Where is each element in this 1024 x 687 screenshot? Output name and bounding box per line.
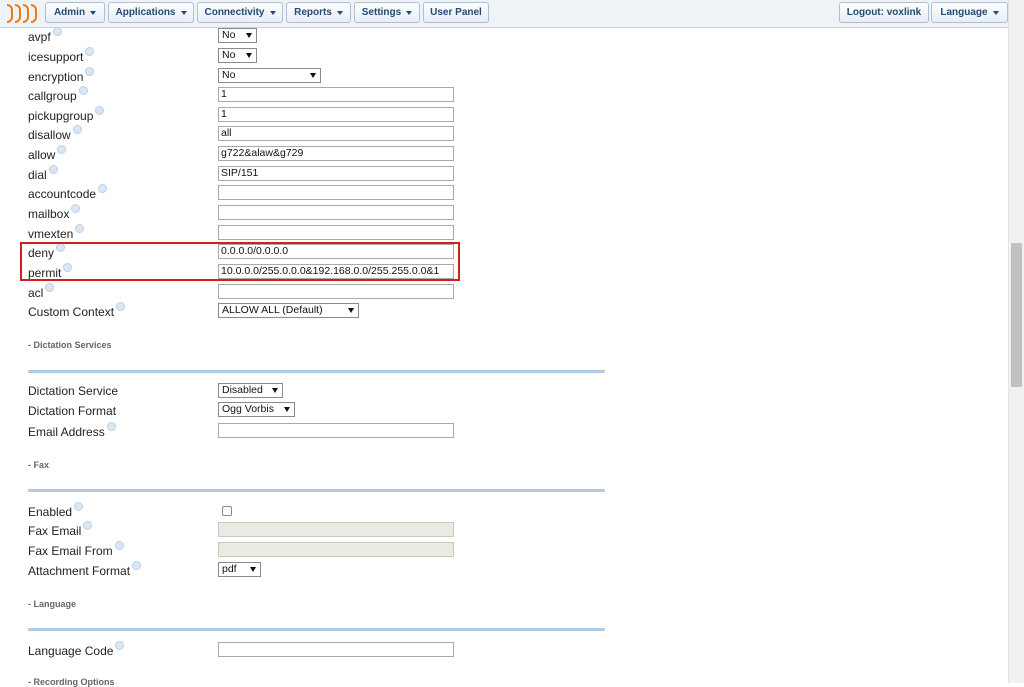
language-code-label: Language Code — [28, 641, 125, 658]
nav-admin-button[interactable]: Admin — [45, 2, 105, 23]
fax-email-from-input[interactable] — [218, 542, 454, 557]
icesupport-select[interactable]: No — [218, 48, 257, 63]
encryption-label: encryption — [28, 67, 95, 84]
dictation-format-select[interactable]: Ogg Vorbis — [218, 402, 295, 417]
help-icon[interactable] — [48, 165, 58, 174]
help-icon[interactable] — [78, 86, 88, 95]
caret-down-icon — [992, 10, 999, 15]
vmexten-label: vmexten — [28, 224, 85, 241]
accountcode-input[interactable] — [218, 185, 454, 200]
help-icon[interactable] — [56, 243, 66, 252]
help-icon[interactable] — [132, 561, 142, 570]
pickupgroup-input[interactable]: 1 — [218, 107, 454, 122]
section-divider — [28, 370, 605, 373]
section-title-language: - Language — [28, 599, 77, 609]
help-icon[interactable] — [83, 521, 93, 530]
attachment-format-label: Attachment Format — [28, 561, 142, 578]
dial-label: dial — [28, 165, 58, 182]
select-arrow-icon — [272, 388, 278, 393]
pickupgroup-label: pickupgroup — [28, 106, 105, 123]
email-address-label: Email Address — [28, 422, 116, 439]
section-title-dictation: - Dictation Services — [28, 340, 112, 350]
permit-label: permit — [28, 263, 73, 280]
dictation-service-label: Dictation Service — [28, 384, 119, 398]
avpf-label: avpf — [28, 27, 62, 44]
caret-down-icon — [269, 10, 276, 15]
dial-input[interactable]: SIP/151 — [218, 166, 454, 181]
fax-enabled-label: Enabled — [28, 502, 84, 519]
select-arrow-icon — [246, 53, 252, 58]
top-navbar: Admin Applications Connectivity Reports … — [0, 0, 1008, 28]
help-icon[interactable] — [57, 145, 67, 154]
language-menu-button[interactable]: Language — [931, 2, 1008, 23]
help-icon[interactable] — [63, 263, 73, 272]
nav-connectivity-button[interactable]: Connectivity — [197, 2, 283, 23]
select-arrow-icon — [246, 33, 252, 38]
language-code-input[interactable] — [218, 642, 454, 657]
fax-enabled-checkbox[interactable] — [222, 506, 232, 516]
caret-down-icon — [180, 10, 187, 15]
section-divider — [28, 628, 605, 631]
caret-down-icon — [406, 10, 413, 15]
select-arrow-icon — [284, 407, 290, 412]
nav-applications-button[interactable]: Applications — [108, 2, 194, 23]
caret-down-icon — [90, 10, 97, 15]
section-title-recording: - Recording Options — [28, 677, 115, 687]
dictation-service-select[interactable]: Disabled — [218, 383, 283, 398]
logout-button[interactable]: Logout: voxlink — [839, 2, 929, 23]
help-icon[interactable] — [75, 224, 85, 233]
deny-label: deny — [28, 243, 66, 260]
nav-reports-button[interactable]: Reports — [286, 2, 351, 23]
allow-label: allow — [28, 145, 67, 162]
acl-label: acl — [28, 283, 55, 300]
fax-email-label: Fax Email — [28, 521, 93, 538]
help-icon[interactable] — [114, 541, 124, 550]
fax-email-from-label: Fax Email From — [28, 541, 124, 558]
help-icon[interactable] — [106, 422, 116, 431]
select-arrow-icon — [348, 308, 354, 313]
section-title-fax: - Fax — [28, 460, 50, 470]
accountcode-label: accountcode — [28, 184, 108, 201]
help-icon[interactable] — [116, 302, 126, 311]
help-icon[interactable] — [72, 125, 82, 134]
icesupport-label: icesupport — [28, 47, 95, 64]
logo-icon[interactable] — [7, 4, 37, 23]
help-icon[interactable] — [85, 47, 95, 56]
custom-context-label: Custom Context — [28, 302, 126, 319]
caret-down-icon — [336, 10, 343, 15]
avpf-select[interactable]: No — [218, 28, 257, 43]
callgroup-label: callgroup — [28, 86, 88, 103]
dictation-format-label: Dictation Format — [28, 404, 117, 418]
encryption-select[interactable]: No — [218, 68, 321, 83]
nav-settings-button[interactable]: Settings — [354, 2, 420, 23]
callgroup-input[interactable]: 1 — [218, 87, 454, 102]
disallow-input[interactable]: all — [218, 126, 454, 141]
custom-context-select[interactable]: ALLOW ALL (Default) — [218, 303, 359, 318]
attachment-format-select[interactable]: pdf — [218, 562, 261, 577]
deny-input[interactable]: 0.0.0.0/0.0.0.0 — [218, 244, 454, 259]
permit-input[interactable]: 10.0.0.0/255.0.0.0&192.168.0.0/255.255.0… — [218, 264, 454, 279]
select-arrow-icon — [310, 73, 316, 78]
select-arrow-icon — [250, 567, 256, 572]
help-icon[interactable] — [71, 204, 81, 213]
help-icon[interactable] — [115, 641, 125, 650]
mailbox-input[interactable] — [218, 205, 454, 220]
help-icon[interactable] — [74, 502, 84, 511]
mailbox-label: mailbox — [28, 204, 81, 221]
nav-user-panel-button[interactable]: User Panel — [423, 2, 489, 23]
allow-input[interactable]: g722&alaw&g729 — [218, 146, 454, 161]
help-icon[interactable] — [45, 283, 55, 292]
fax-email-input[interactable] — [218, 522, 454, 537]
acl-input[interactable] — [218, 284, 454, 299]
vmexten-input[interactable] — [218, 225, 454, 240]
help-icon[interactable] — [52, 27, 62, 36]
email-address-input[interactable] — [218, 423, 454, 438]
disallow-label: disallow — [28, 125, 82, 142]
help-icon[interactable] — [85, 67, 95, 76]
help-icon[interactable] — [98, 184, 108, 193]
help-icon[interactable] — [95, 106, 105, 115]
section-divider — [28, 489, 605, 492]
page-scrollbar-thumb[interactable] — [1011, 243, 1022, 387]
